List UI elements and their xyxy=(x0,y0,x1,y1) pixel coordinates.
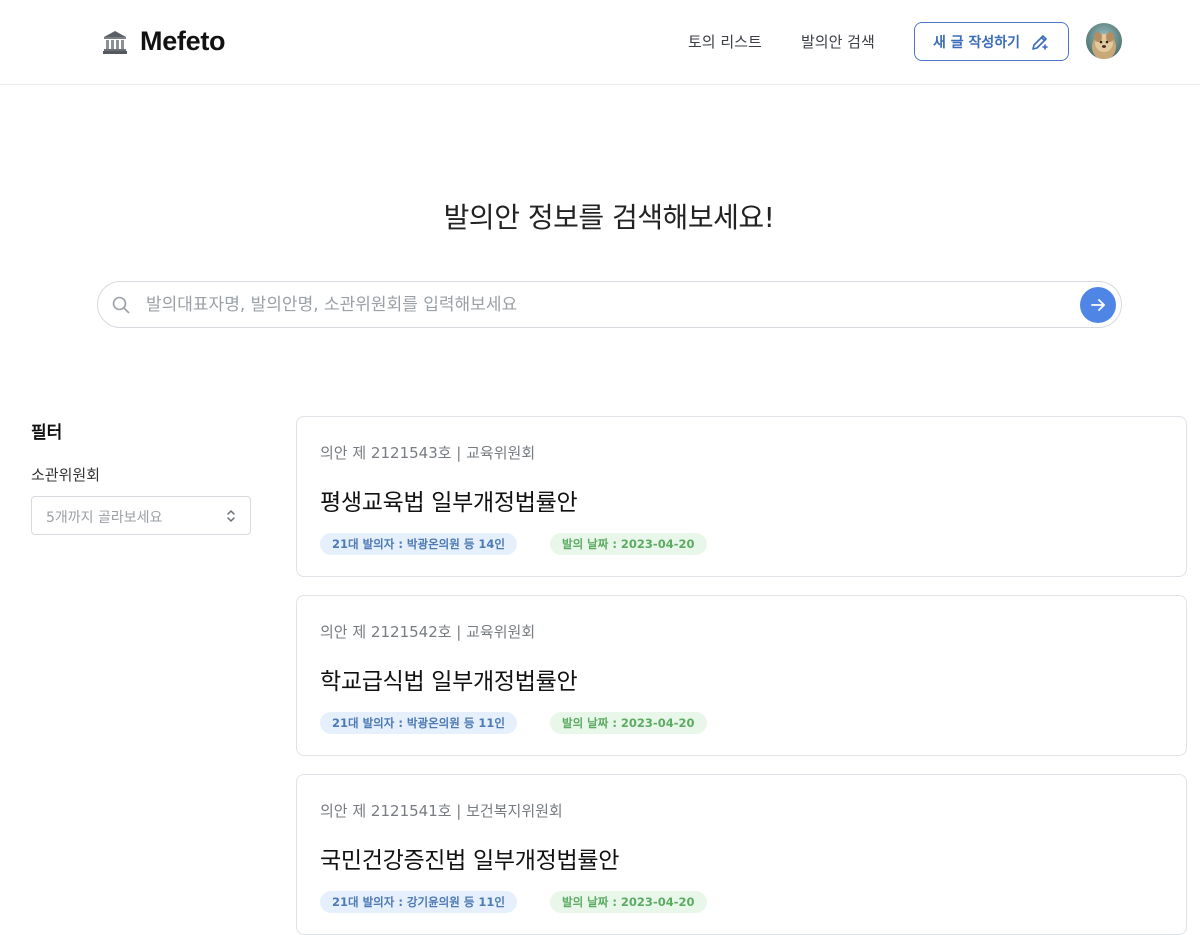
committee-filter-label: 소관위원회 xyxy=(31,466,101,484)
top-nav-bar: Mefeto 토의 리스트 발의안 검색 새 글 작성하기 xyxy=(0,0,1200,85)
bill-meta: 의안 제 2121541호 | 보건복지위원회 xyxy=(320,802,563,820)
committee-select[interactable]: 5개까지 골라보세요 xyxy=(31,496,251,535)
search-input[interactable] xyxy=(144,290,1064,320)
page-title: 발의안 정보를 검색해보세요! xyxy=(443,201,775,234)
arrow-right-icon xyxy=(1091,299,1105,311)
bill-meta: 의안 제 2121543호 | 교육위원회 xyxy=(320,444,536,462)
committee-select-placeholder: 5개까지 골라보세요 xyxy=(46,510,163,526)
bill-card[interactable]: 의안 제 2121543호 | 교육위원회 평생교육법 일부개정법률안 21대 … xyxy=(296,416,1187,577)
bill-title: 국민건강증진법 일부개정법률안 xyxy=(320,848,620,874)
proposal-date-badge: 발의 날짜 : 2023-04-20 xyxy=(550,891,707,913)
proposal-date-badge: 발의 날짜 : 2023-04-20 xyxy=(550,533,707,555)
classical-building-icon xyxy=(103,30,127,54)
user-avatar[interactable] xyxy=(1086,23,1122,59)
bill-title: 학교급식법 일부개정법률안 xyxy=(320,669,578,695)
nav-bill-search[interactable]: 발의안 검색 xyxy=(801,31,875,52)
new-post-button-label: 새 글 작성하기 xyxy=(932,34,1021,51)
bill-title: 평생교육법 일부개정법률안 xyxy=(320,490,578,516)
bill-search-bar xyxy=(97,281,1122,328)
chevron-up-down-icon xyxy=(227,510,235,522)
proposer-badge: 21대 발의자 : 박광온의원 등 14인 xyxy=(320,533,518,555)
proposal-date-badge: 발의 날짜 : 2023-04-20 xyxy=(550,712,707,734)
avatar-image xyxy=(1086,23,1122,59)
nav-discussion-list[interactable]: 토의 리스트 xyxy=(688,31,762,52)
bill-card[interactable]: 의안 제 2121541호 | 보건복지위원회 국민건강증진법 일부개정법률안 … xyxy=(296,774,1187,935)
search-submit-button[interactable] xyxy=(1080,287,1116,323)
bill-card[interactable]: 의안 제 2121542호 | 교육위원회 학교급식법 일부개정법률안 21대 … xyxy=(296,595,1187,756)
logo-home-link[interactable]: Mefeto xyxy=(102,26,226,57)
search-icon xyxy=(112,296,130,314)
new-post-button[interactable]: 새 글 작성하기 xyxy=(914,22,1069,61)
proposer-badge: 21대 발의자 : 박광온의원 등 11인 xyxy=(320,712,518,734)
pencil-edit-icon xyxy=(1032,34,1048,50)
bill-meta: 의안 제 2121542호 | 교육위원회 xyxy=(320,623,536,641)
proposer-badge: 21대 발의자 : 강기윤의원 등 11인 xyxy=(320,891,518,913)
filter-heading: 필터 xyxy=(31,423,63,443)
logo-text: Mefeto xyxy=(140,26,226,56)
